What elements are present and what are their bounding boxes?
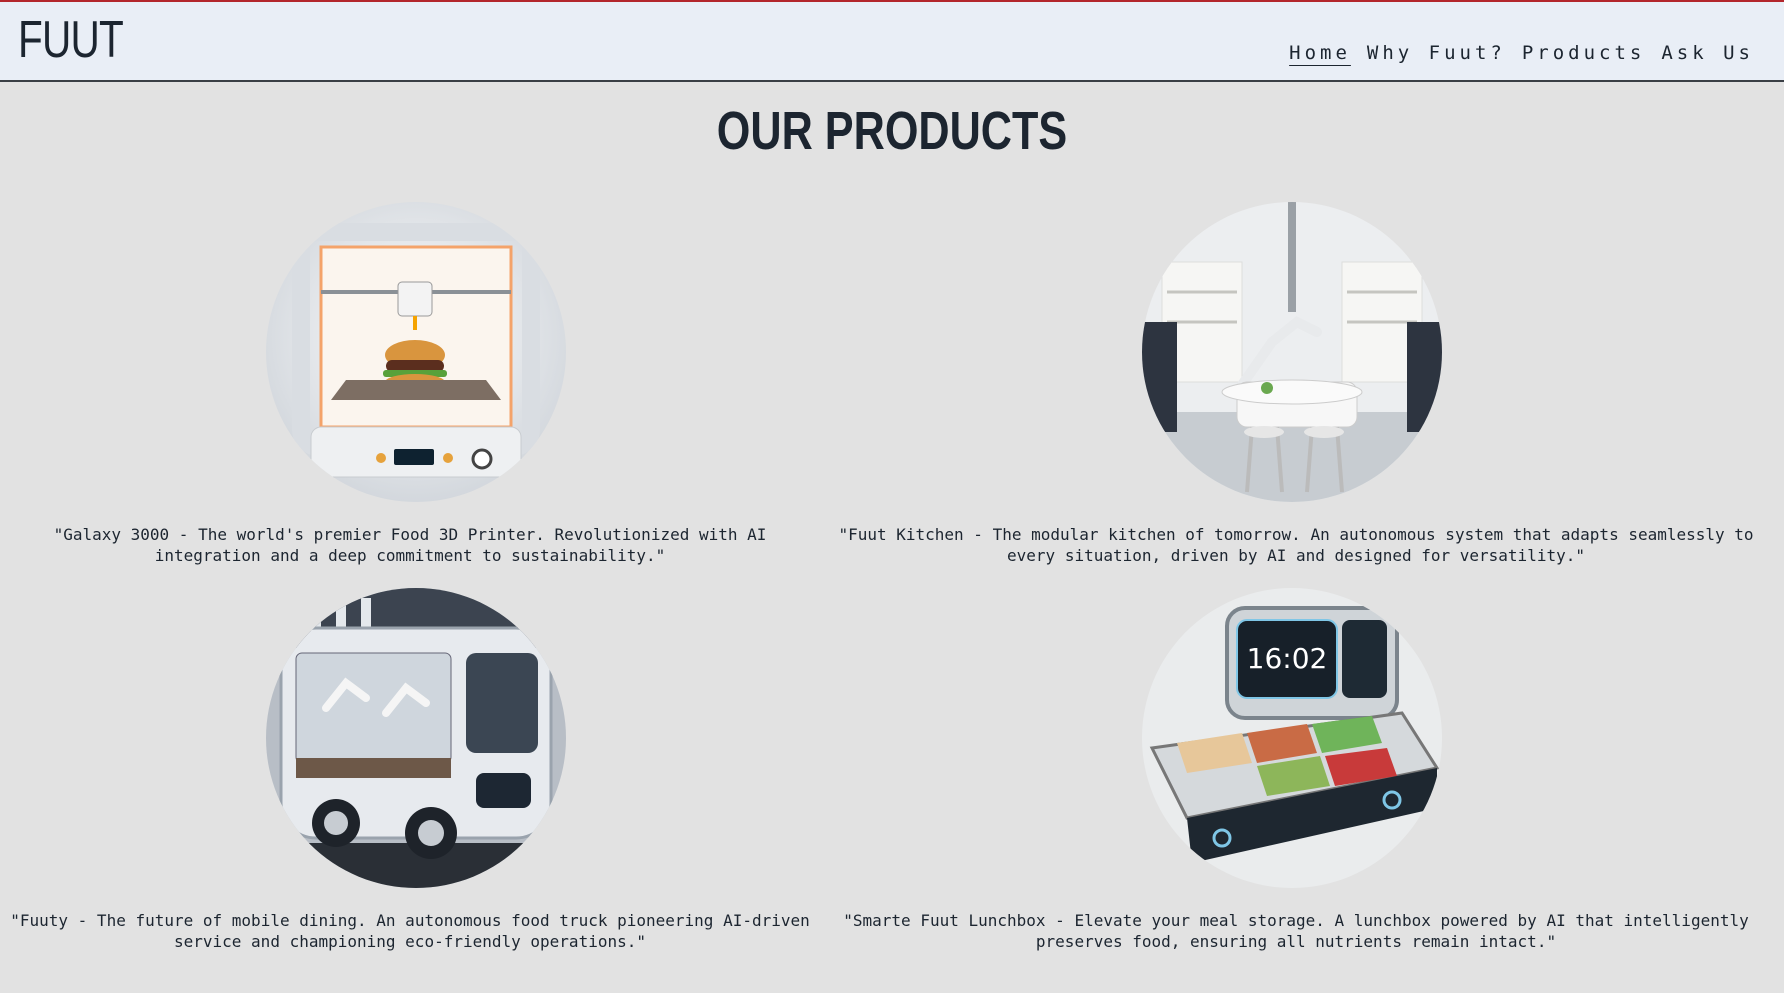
food-3d-printer-icon [266,202,566,502]
robotic-kitchen-icon [1142,202,1442,502]
page-title: OUR PRODUCTS [0,100,1784,162]
nav-ask-us[interactable]: Ask Us [1661,42,1754,64]
nav-products[interactable]: Products [1522,42,1646,64]
product-caption-smarte-fuut-lunchbox: "Smarte Fuut Lunchbox - Elevate your mea… [843,911,1749,951]
product-caption-fuut-kitchen: "Fuut Kitchen - The modular kitchen of t… [838,525,1754,565]
top-navbar: FUUT Home Why Fuut? Products Ask Us [0,0,1784,82]
food-truck-icon [266,588,566,888]
nav-home[interactable]: Home [1289,42,1351,64]
nav-why-fuut[interactable]: Why Fuut? [1367,42,1506,64]
lunchbox-clock-text: 16:02 [1247,642,1328,675]
site-logo[interactable]: FUUT [18,10,124,70]
product-caption-galaxy-3000: "Galaxy 3000 - The world's premier Food … [53,525,767,565]
smart-lunchbox-icon: 16:02 [1142,588,1442,888]
product-caption-fuuty: "Fuuty - The future of mobile dining. An… [10,911,810,951]
page-title-text: OUR PRODUCTS [716,101,1068,161]
main-nav: Home Why Fuut? Products Ask Us [1289,42,1754,64]
